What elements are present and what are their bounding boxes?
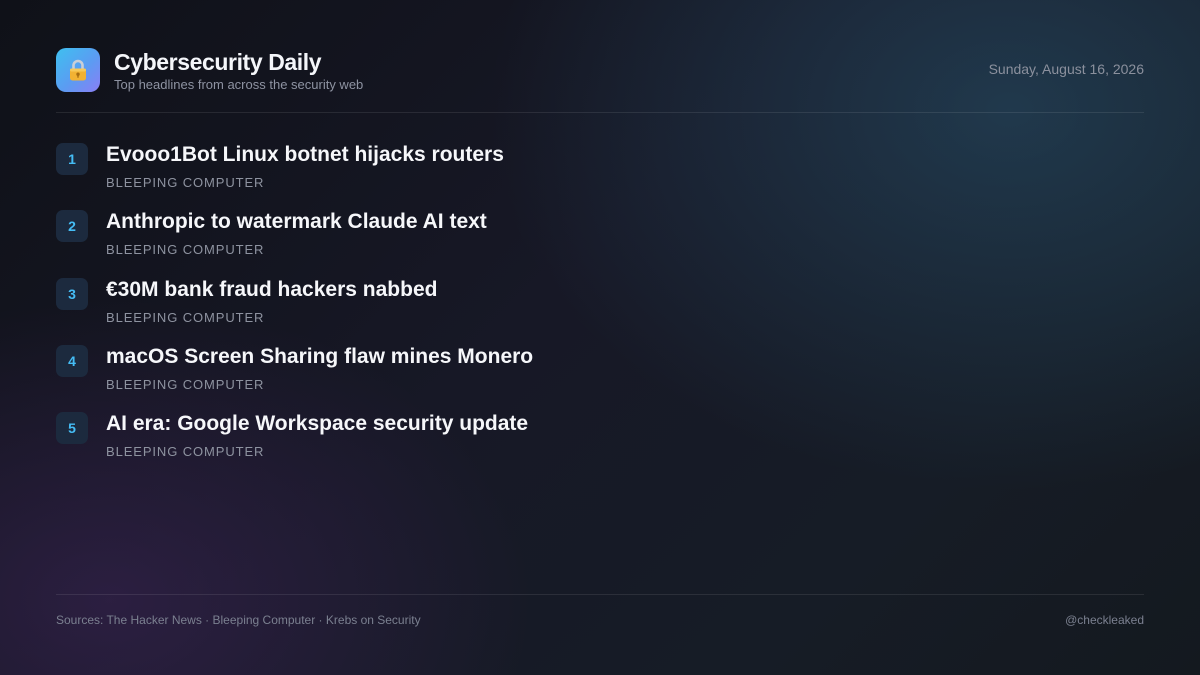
- rank-badge: 5: [56, 412, 88, 445]
- rank-badge: 3: [56, 277, 88, 310]
- headline-source: Bleeping Computer: [106, 444, 265, 460]
- headline-source: Bleeping Computer: [106, 242, 265, 258]
- headline-title[interactable]: AI era: Google Workspace security update: [106, 411, 528, 437]
- headline-title[interactable]: Anthropic to watermark Claude AI text: [106, 209, 487, 235]
- date-label: Sunday, August 16, 2026: [988, 61, 1144, 77]
- headline-item[interactable]: 5 AI era: Google Workspace security upda…: [56, 411, 1144, 478]
- headline-item[interactable]: 4 macOS Screen Sharing flaw mines Monero…: [56, 344, 1144, 411]
- headline-title[interactable]: €30M bank fraud hackers nabbed: [106, 277, 437, 303]
- footer-handle[interactable]: @checkleaked: [1065, 613, 1144, 627]
- headline-title[interactable]: macOS Screen Sharing flaw mines Monero: [106, 344, 533, 370]
- headline-item[interactable]: 1 Evooo1Bot Linux botnet hijacks routers…: [56, 142, 1144, 209]
- title-block: Cybersecurity Daily Top headlines from a…: [114, 48, 363, 93]
- headline-item[interactable]: 2 Anthropic to watermark Claude AI text …: [56, 209, 1144, 276]
- page-subtitle: Top headlines from across the security w…: [114, 77, 364, 92]
- headline-title[interactable]: Evooo1Bot Linux botnet hijacks routers: [106, 142, 504, 168]
- footer-divider: [56, 594, 1144, 595]
- page-title: Cybersecurity Daily: [114, 49, 322, 75]
- lock-icon: [70, 59, 86, 81]
- headline-list: 1 Evooo1Bot Linux botnet hijacks routers…: [56, 142, 1144, 478]
- footer-sources: Sources: The Hacker News · Bleeping Comp…: [56, 613, 421, 627]
- headline-item[interactable]: 3 €30M bank fraud hackers nabbed Bleepin…: [56, 277, 1144, 344]
- rank-badge: 1: [56, 143, 88, 175]
- rank-badge: 4: [56, 344, 88, 377]
- headline-source: Bleeping Computer: [106, 175, 265, 190]
- header-divider: [56, 112, 1144, 113]
- rank-badge: 2: [56, 210, 88, 243]
- headline-source: Bleeping Computer: [106, 376, 265, 392]
- header: Cybersecurity Daily Top headlines from a…: [56, 48, 1144, 92]
- app-logo: [56, 48, 100, 92]
- headline-source: Bleeping Computer: [106, 309, 265, 325]
